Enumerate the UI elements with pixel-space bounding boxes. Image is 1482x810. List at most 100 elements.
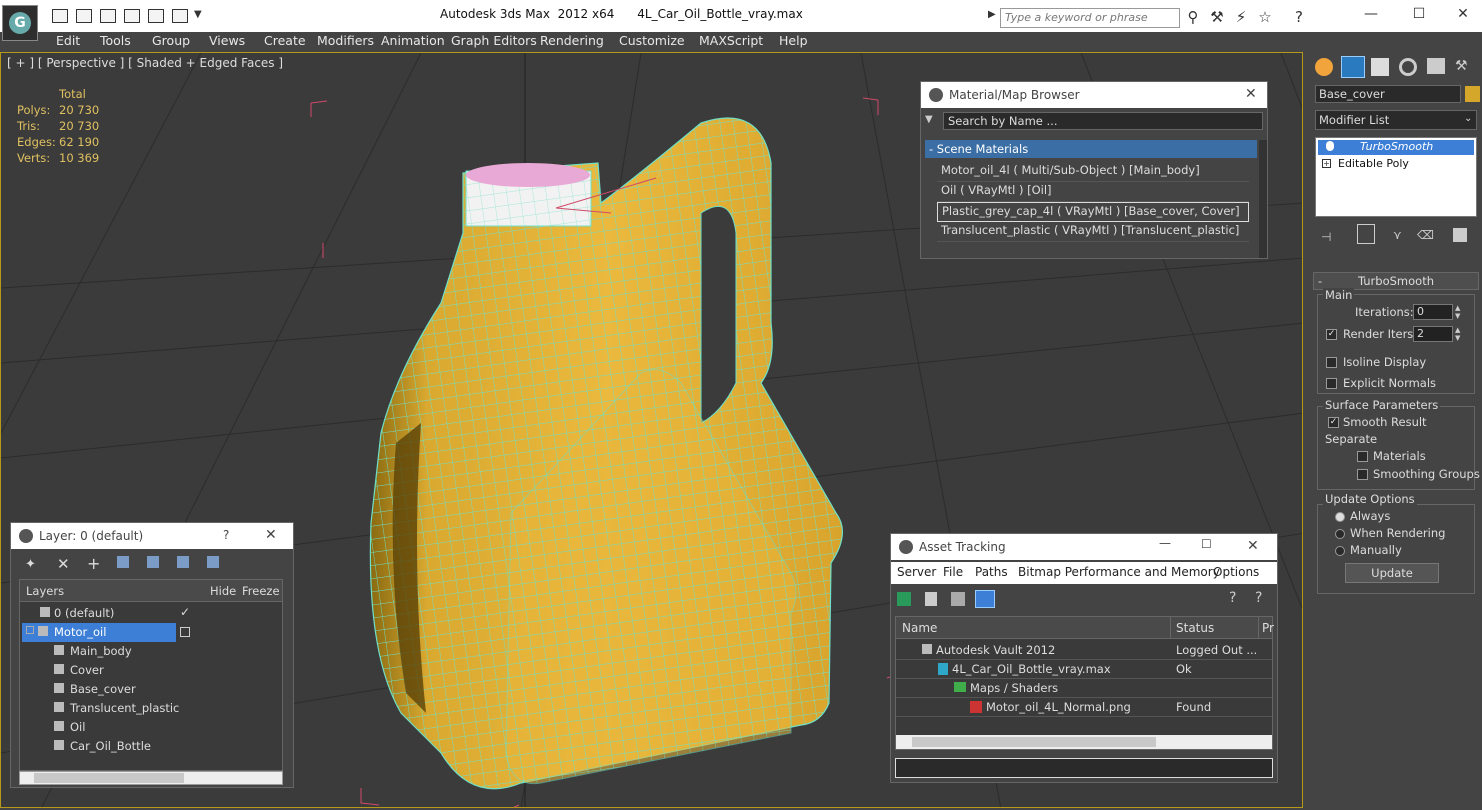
new-file-icon[interactable] bbox=[100, 9, 116, 23]
open-file-icon[interactable] bbox=[52, 9, 68, 23]
asset-row[interactable]: Motor_oil_4L_Normal.png Found bbox=[896, 698, 1272, 717]
search-input[interactable]: Type a keyword or phrase bbox=[1000, 8, 1180, 28]
path-field[interactable] bbox=[895, 758, 1273, 778]
help-icon[interactable]: ? bbox=[223, 528, 229, 542]
menu-graph-editors[interactable]: Graph Editors bbox=[451, 33, 537, 48]
always-radio[interactable] bbox=[1335, 512, 1345, 522]
layer-row[interactable]: 0 (default) ✓ bbox=[20, 604, 282, 623]
modify-tab-icon[interactable] bbox=[1341, 56, 1365, 78]
layer-row[interactable]: Oil bbox=[20, 718, 282, 737]
menu-views[interactable]: Views bbox=[209, 33, 245, 48]
search-expand-icon[interactable]: ▶ bbox=[988, 9, 996, 20]
iterations-spinner[interactable]: 0 bbox=[1413, 304, 1453, 320]
display-tab-icon[interactable] bbox=[1427, 58, 1445, 74]
remove-modifier-icon[interactable]: ⌫ bbox=[1417, 228, 1434, 242]
column-name[interactable]: Name bbox=[902, 621, 937, 635]
configure-sets-icon[interactable] bbox=[1453, 228, 1467, 242]
make-unique-icon[interactable]: ⋎ bbox=[1393, 228, 1402, 242]
help-icon[interactable]: ? bbox=[1229, 590, 1236, 606]
project-folder-icon[interactable] bbox=[172, 9, 188, 23]
highlight-layer-icon[interactable] bbox=[147, 556, 159, 568]
menu-create[interactable]: Create bbox=[264, 33, 306, 48]
spinner-arrows-icon[interactable]: ▲ ▼ bbox=[1455, 304, 1460, 320]
communication-icon[interactable]: ⚡ bbox=[1232, 8, 1250, 26]
material-browser-titlebar[interactable]: Material/Map Browser ✕ bbox=[921, 82, 1267, 108]
menu-animation[interactable]: Animation bbox=[381, 33, 445, 48]
column-freeze[interactable]: Freeze bbox=[242, 584, 280, 598]
menu-server[interactable]: Server bbox=[897, 565, 936, 579]
menu-file[interactable]: File bbox=[943, 565, 963, 579]
freeze-all-icon[interactable] bbox=[207, 556, 219, 568]
maximize-icon[interactable]: ☐ bbox=[1404, 6, 1434, 24]
redo-icon[interactable] bbox=[148, 9, 164, 23]
select-objects-icon[interactable] bbox=[117, 556, 129, 568]
materials-checkbox[interactable] bbox=[1357, 451, 1368, 462]
menu-paths[interactable]: Paths bbox=[975, 565, 1008, 579]
column-hide[interactable]: Hide bbox=[210, 584, 236, 598]
stack-item-turbosmooth[interactable]: TurboSmooth bbox=[1318, 140, 1474, 155]
object-color-swatch[interactable] bbox=[1465, 86, 1480, 102]
app-menu-button[interactable]: G bbox=[2, 5, 38, 41]
expand-icon[interactable]: + bbox=[1322, 159, 1331, 168]
column-pr[interactable]: Pr bbox=[1262, 621, 1274, 635]
menu-edit[interactable]: Edit bbox=[56, 33, 80, 48]
asset-tracking-titlebar[interactable]: Asset Tracking — ☐ ✕ bbox=[891, 534, 1277, 560]
new-layer-icon[interactable]: ✦ bbox=[25, 557, 36, 572]
detail-view-icon[interactable] bbox=[951, 592, 965, 606]
tools-icon[interactable]: ⚒ bbox=[1208, 8, 1226, 26]
menu-options[interactable]: Options bbox=[1213, 565, 1259, 579]
layer-row[interactable]: Base_cover bbox=[20, 680, 282, 699]
spinner-arrows-icon[interactable]: ▲ ▼ bbox=[1455, 326, 1460, 342]
close-icon[interactable]: ✕ bbox=[1247, 538, 1259, 554]
render-iters-checkbox[interactable]: ✓ bbox=[1326, 329, 1337, 340]
explicit-normals-checkbox[interactable] bbox=[1326, 378, 1337, 389]
column-layers[interactable]: Layers bbox=[26, 584, 64, 598]
layer-row[interactable]: Cover bbox=[20, 661, 282, 680]
current-layer-checkbox[interactable] bbox=[180, 627, 190, 637]
pin-stack-icon[interactable]: ⊣ bbox=[1321, 230, 1331, 244]
minimize-icon[interactable]: — bbox=[1356, 6, 1386, 24]
minimize-icon[interactable]: — bbox=[1159, 536, 1171, 550]
layer-row-selected[interactable]: Motor_oil bbox=[20, 623, 282, 642]
create-tab-icon[interactable] bbox=[1315, 58, 1333, 76]
smooth-result-checkbox[interactable]: ✓ bbox=[1328, 417, 1339, 428]
material-item[interactable]: Translucent_plastic ( VRayMtl ) [Translu… bbox=[937, 222, 1249, 242]
list-view-icon[interactable] bbox=[925, 592, 937, 606]
table-view-icon[interactable] bbox=[975, 590, 995, 608]
favorites-star-icon[interactable]: ☆ bbox=[1256, 8, 1274, 26]
motion-tab-icon[interactable] bbox=[1399, 58, 1417, 76]
manually-radio[interactable] bbox=[1335, 546, 1345, 556]
context-help-icon[interactable]: ? bbox=[1255, 590, 1262, 606]
smoothing-groups-checkbox[interactable] bbox=[1357, 469, 1368, 480]
scrollbar[interactable] bbox=[1259, 140, 1267, 258]
horizontal-scrollbar[interactable] bbox=[896, 735, 1272, 749]
lightbulb-icon[interactable] bbox=[1326, 141, 1334, 151]
column-status[interactable]: Status bbox=[1176, 621, 1214, 635]
show-end-result-icon[interactable] bbox=[1357, 224, 1375, 244]
render-iters-spinner[interactable]: 2 bbox=[1413, 326, 1453, 342]
isoline-display-checkbox[interactable] bbox=[1326, 357, 1337, 368]
delete-layer-icon[interactable]: ✕ bbox=[57, 555, 70, 573]
menu-modifiers[interactable]: Modifiers bbox=[317, 33, 374, 48]
help-icon[interactable]: ? bbox=[1290, 8, 1308, 26]
material-search-input[interactable]: Search by Name ... bbox=[943, 112, 1263, 130]
update-button[interactable]: Update bbox=[1345, 563, 1439, 583]
layer-titlebar[interactable]: Layer: 0 (default) ? ✕ bbox=[11, 523, 293, 549]
viewport-label[interactable]: [ + ] [ Perspective ] [ Shaded + Edged F… bbox=[7, 56, 283, 70]
scene-materials-header[interactable]: - Scene Materials bbox=[925, 140, 1257, 158]
asset-row[interactable]: Maps / Shaders bbox=[896, 679, 1272, 698]
layer-row[interactable]: Car_Oil_Bottle bbox=[20, 737, 282, 756]
save-file-icon[interactable] bbox=[76, 9, 92, 23]
material-item-selected[interactable]: Plastic_grey_cap_4l ( VRayMtl ) [Base_co… bbox=[937, 202, 1249, 222]
hierarchy-tab-icon[interactable] bbox=[1371, 58, 1389, 76]
material-item[interactable]: Oil ( VRayMtl ) [Oil] bbox=[937, 182, 1249, 202]
filter-dropdown-icon[interactable]: ▼ bbox=[925, 114, 939, 128]
maximize-icon[interactable]: ☐ bbox=[1201, 537, 1212, 551]
add-to-layer-icon[interactable]: + bbox=[87, 554, 100, 573]
scroll-thumb[interactable] bbox=[34, 773, 184, 783]
utilities-tab-icon[interactable]: ⚒ bbox=[1455, 58, 1473, 76]
when-rendering-radio[interactable] bbox=[1335, 529, 1345, 539]
undo-icon[interactable] bbox=[124, 9, 140, 23]
material-item[interactable]: Motor_oil_4l ( Multi/Sub-Object ) [Main_… bbox=[937, 162, 1249, 182]
scroll-thumb[interactable] bbox=[912, 737, 1156, 747]
